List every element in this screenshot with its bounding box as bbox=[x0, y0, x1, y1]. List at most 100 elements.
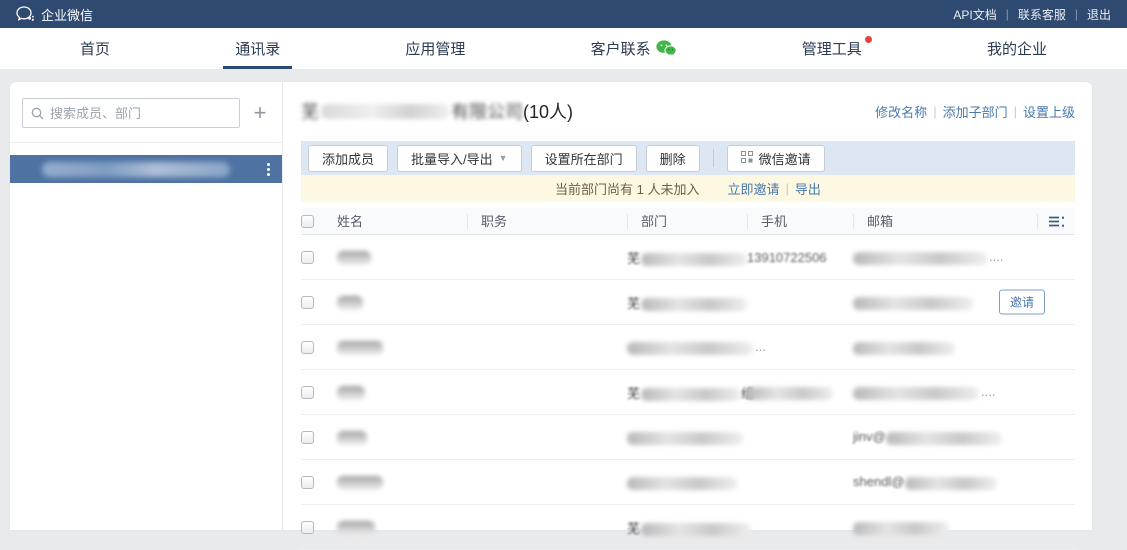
toolbar-button-label: 添加成员 bbox=[322, 149, 374, 168]
row-checkbox-cell bbox=[301, 476, 337, 489]
search-input[interactable] bbox=[50, 106, 231, 121]
redacted-email bbox=[905, 477, 997, 490]
tab-客户联系[interactable]: 客户联系 bbox=[579, 28, 689, 69]
wechat-icon bbox=[656, 40, 677, 57]
redacted-department bbox=[627, 432, 743, 445]
sidebar-item-department-selected[interactable] bbox=[10, 155, 282, 183]
tab-label: 首页 bbox=[80, 38, 110, 59]
row-checkbox[interactable] bbox=[301, 251, 314, 264]
top-bar: 企业微信 API文档 | 联系客服 | 退出 bbox=[0, 0, 1127, 28]
cell-email: .... bbox=[853, 249, 1037, 264]
column-header-department[interactable]: 部门 bbox=[627, 214, 747, 229]
redacted-name bbox=[337, 521, 375, 535]
ellipsis: .... bbox=[981, 384, 995, 399]
row-checkbox[interactable] bbox=[301, 521, 314, 534]
ellipsis: ... bbox=[755, 339, 766, 354]
column-settings-icon[interactable] bbox=[1037, 214, 1075, 229]
redacted-name bbox=[337, 476, 383, 490]
cell-name bbox=[337, 339, 467, 355]
row-checkbox-cell bbox=[301, 251, 337, 264]
redacted-department bbox=[627, 477, 737, 490]
cell-email bbox=[853, 519, 1037, 534]
cell-name bbox=[337, 294, 467, 310]
phone-partially-visible: 13910722506 bbox=[747, 250, 827, 265]
redacted-phone bbox=[747, 387, 833, 400]
tab-label: 客户联系 bbox=[591, 38, 651, 59]
redacted-name bbox=[337, 296, 363, 310]
select-all-checkbox[interactable] bbox=[301, 215, 314, 228]
row-checkbox[interactable] bbox=[301, 386, 314, 399]
tab-通讯录[interactable]: 通讯录 bbox=[223, 28, 292, 69]
topbar-link-0[interactable]: API文档 bbox=[953, 6, 996, 23]
row-checkbox[interactable] bbox=[301, 476, 314, 489]
qr-icon bbox=[741, 151, 753, 166]
toolbar-button-label: 微信邀请 bbox=[759, 149, 811, 168]
table-row: 芜13910722506.... bbox=[301, 235, 1075, 280]
wework-logo-icon bbox=[16, 6, 35, 22]
table-row: ... bbox=[301, 325, 1075, 370]
table-header: 姓名 职务 部门 手机 邮箱 bbox=[301, 208, 1075, 235]
tab-管理工具[interactable]: 管理工具 bbox=[790, 28, 874, 69]
invite-now-link[interactable]: 立即邀请 bbox=[728, 179, 780, 198]
redacted-name bbox=[337, 251, 371, 265]
notification-dot bbox=[865, 36, 872, 43]
row-checkbox-cell bbox=[301, 296, 337, 309]
toolbar-button-1[interactable]: 批量导入/导出▼ bbox=[397, 145, 522, 172]
notice-bar: 当前部门尚有 1 人未加入 立即邀请 | 导出 bbox=[301, 175, 1075, 202]
cell-name bbox=[337, 519, 467, 535]
department-visible-fragment: 芜 bbox=[627, 386, 640, 401]
row-checkbox[interactable] bbox=[301, 296, 314, 309]
row-checkbox[interactable] bbox=[301, 341, 314, 354]
column-header-title[interactable]: 职务 bbox=[467, 214, 627, 229]
search-box[interactable] bbox=[22, 98, 240, 128]
column-header-phone[interactable]: 手机 bbox=[747, 214, 853, 229]
email-visible-fragment: jinv@ bbox=[853, 429, 886, 444]
tab-label: 应用管理 bbox=[405, 38, 465, 59]
more-options-icon[interactable] bbox=[267, 163, 270, 176]
cell-phone bbox=[747, 384, 853, 399]
cell-department bbox=[627, 474, 747, 489]
column-header-name[interactable]: 姓名 bbox=[337, 214, 467, 229]
table-row: 芜组.... bbox=[301, 370, 1075, 415]
column-header-email[interactable]: 邮箱 bbox=[853, 214, 1037, 229]
dropdown-caret-icon: ▼ bbox=[499, 153, 508, 163]
cell-email: jinv@ bbox=[853, 429, 1037, 444]
tab-应用管理[interactable]: 应用管理 bbox=[393, 28, 477, 69]
tab-label: 通讯录 bbox=[235, 38, 280, 59]
content-panel: + 芜 有限公司 (10人) 修改名称|添加子部门|设置上级 添加成员批量导入/… bbox=[10, 82, 1092, 530]
brand-name: 企业微信 bbox=[41, 5, 93, 24]
toolbar-button-3[interactable]: 删除 bbox=[646, 145, 700, 172]
tab-首页[interactable]: 首页 bbox=[68, 28, 122, 69]
sidebar: + bbox=[10, 82, 283, 530]
cell-department: 芜 bbox=[627, 518, 747, 537]
redacted-department bbox=[641, 253, 747, 266]
tab-label: 我的企业 bbox=[987, 38, 1047, 59]
topbar-link-separator: | bbox=[1006, 7, 1009, 21]
toolbar-button-2[interactable]: 设置所在部门 bbox=[531, 145, 637, 172]
header-link-1[interactable]: 添加子部门 bbox=[943, 102, 1008, 121]
header-link-0[interactable]: 修改名称 bbox=[875, 102, 927, 121]
title-redacted-prefix: 芜 bbox=[301, 98, 319, 124]
header-link-2[interactable]: 设置上级 bbox=[1023, 102, 1075, 121]
toolbar-button-label: 删除 bbox=[660, 149, 686, 168]
invite-button[interactable]: 邀请 bbox=[999, 290, 1045, 315]
redacted-email bbox=[853, 522, 949, 535]
export-link[interactable]: 导出 bbox=[795, 179, 821, 198]
topbar-link-1[interactable]: 联系客服 bbox=[1018, 6, 1066, 23]
topbar-link-2[interactable]: 退出 bbox=[1087, 6, 1111, 23]
tab-我的企业[interactable]: 我的企业 bbox=[975, 28, 1059, 69]
cell-email: .... bbox=[853, 384, 1037, 399]
row-checkbox[interactable] bbox=[301, 431, 314, 444]
topbar-link-separator: | bbox=[1075, 7, 1078, 21]
redacted-email bbox=[853, 297, 973, 310]
title-redacted-suffix: 有限公司 bbox=[451, 98, 523, 124]
department-visible-fragment: 芜 bbox=[627, 296, 640, 311]
cell-department: 芜 bbox=[627, 293, 747, 312]
row-checkbox-cell bbox=[301, 521, 337, 534]
toolbar-button-0[interactable]: 添加成员 bbox=[308, 145, 388, 172]
row-checkbox-cell bbox=[301, 386, 337, 399]
redacted-email bbox=[853, 342, 955, 355]
toolbar-button-4[interactable]: 微信邀请 bbox=[727, 145, 825, 172]
add-department-button[interactable]: + bbox=[240, 99, 280, 127]
cell-department: 芜组 bbox=[627, 383, 747, 402]
